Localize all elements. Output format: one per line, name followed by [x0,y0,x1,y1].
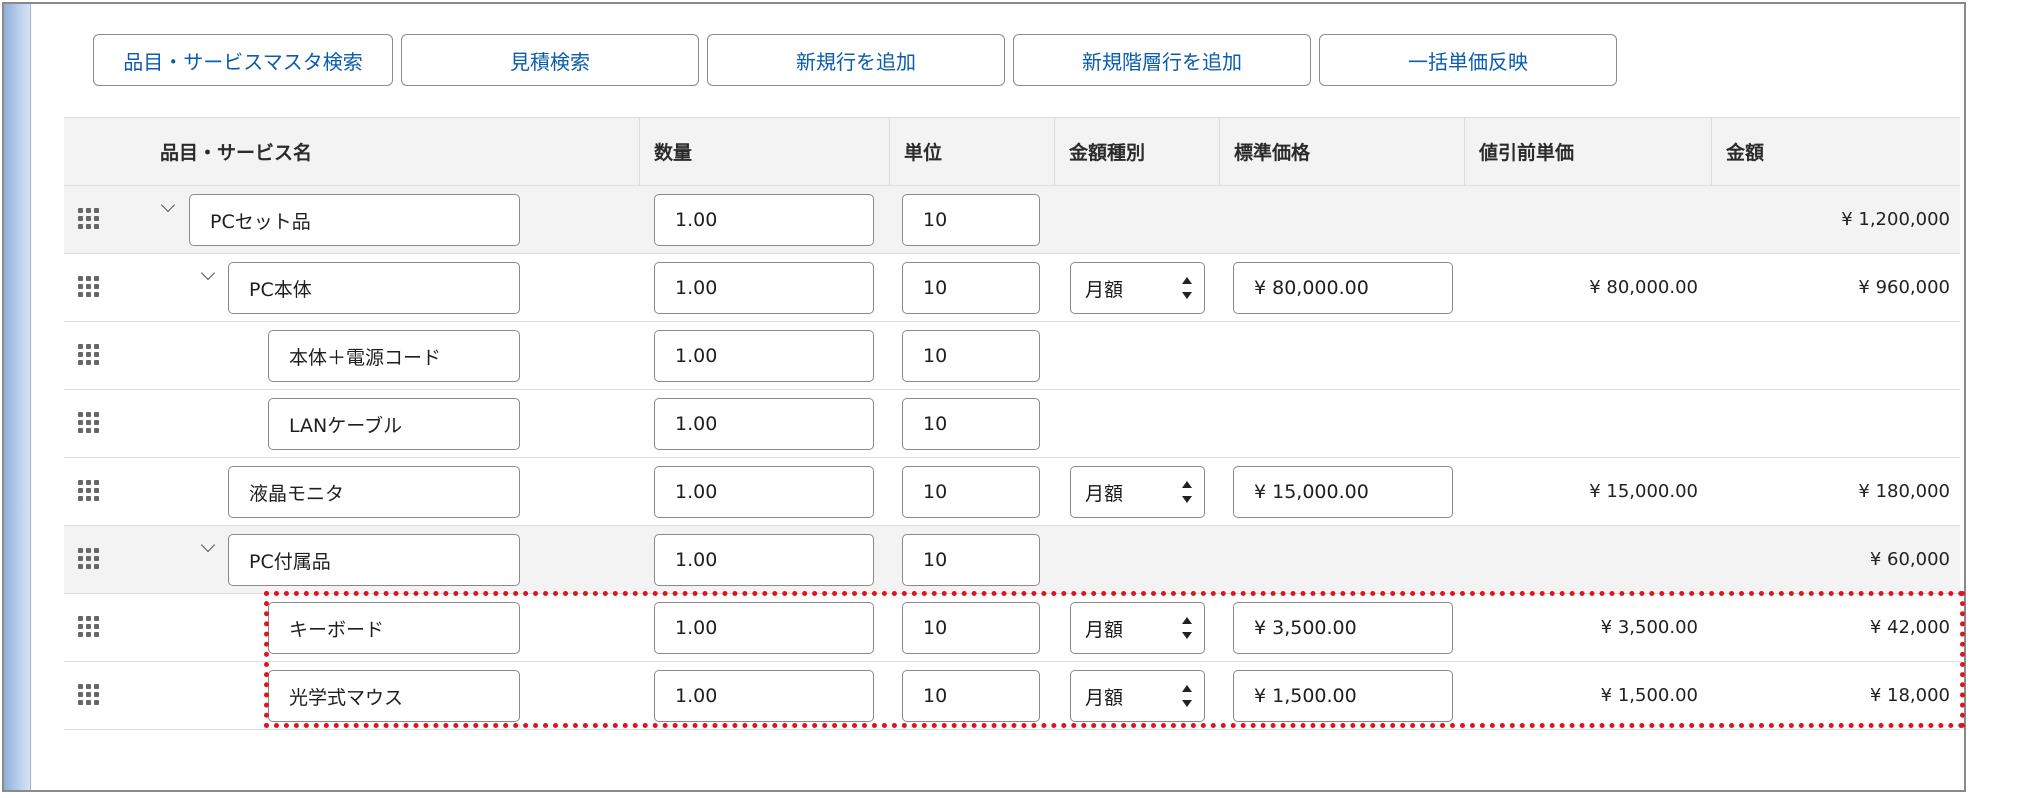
quantity-input[interactable]: 1.00 [654,602,874,654]
left-side-strip [4,4,31,790]
col-header-unit[interactable]: 単位 [889,118,1054,185]
amount-type-value: 月額 [1085,482,1124,505]
drag-handle-icon[interactable] [78,616,102,640]
amount-type-select[interactable]: 月額 [1070,602,1205,654]
table-row: PCセット品 1.00 10 ¥ 1,200,000 [64,186,1960,254]
col-header-amount[interactable]: 金額 [1711,118,1960,185]
unit-input[interactable]: 10 [902,466,1040,518]
drag-handle-icon[interactable] [78,684,102,708]
unit-input[interactable]: 10 [902,534,1040,586]
table-row: LANケーブル 1.00 10 [64,390,1960,458]
quantity-input[interactable]: 1.00 [654,262,874,314]
amount-type-value: 月額 [1085,278,1124,301]
standard-price-input[interactable]: ¥ 80,000.00 [1233,262,1453,314]
amount-value: ¥ 60,000 [1869,549,1950,570]
quantity-input[interactable]: 1.00 [654,194,874,246]
pre-discount-price-value: ¥ 1,500.00 [1600,685,1698,706]
quantity-input[interactable]: 1.00 [654,398,874,450]
table-header: 品目・サービス名 数量 単位 金額種別 標準価格 値引前単価 金額 [64,117,1960,186]
col-header-pre-discount-price[interactable]: 値引前単価 [1464,118,1711,185]
amount-value: ¥ 960,000 [1858,277,1950,298]
up-down-arrows-icon [1182,685,1192,707]
item-name-input[interactable]: PC付属品 [228,534,520,586]
chevron-down-icon[interactable] [161,200,175,214]
table-row: 液晶モニタ 1.00 10 月額 ¥ 15,000.00 ¥ 15,000.00… [64,458,1960,526]
table-row: 本体＋電源コード 1.00 10 [64,322,1960,390]
table-row: 光学式マウス 1.00 10 月額 ¥ 1,500.00 ¥ 1,500.00 … [64,662,1960,730]
chevron-down-icon[interactable] [201,268,215,282]
item-name-input[interactable]: PCセット品 [189,194,520,246]
unit-input[interactable]: 10 [902,398,1040,450]
drag-handle-icon[interactable] [78,480,102,504]
amount-value: ¥ 42,000 [1869,617,1950,638]
item-name-input[interactable]: キーボード [268,602,520,654]
drag-handle-icon[interactable] [78,276,102,300]
unit-input[interactable]: 10 [902,262,1040,314]
col-header-standard-price[interactable]: 標準価格 [1219,118,1464,185]
col-header-amount-type[interactable]: 金額種別 [1054,118,1219,185]
amount-value: ¥ 180,000 [1858,481,1950,502]
up-down-arrows-icon [1182,617,1192,639]
standard-price-input[interactable]: ¥ 15,000.00 [1233,466,1453,518]
quantity-input[interactable]: 1.00 [654,466,874,518]
pre-discount-price-value: ¥ 80,000.00 [1589,277,1698,298]
up-down-arrows-icon [1182,277,1192,299]
table-row: PC付属品 1.00 10 ¥ 60,000 [64,526,1960,594]
standard-price-input[interactable]: ¥ 1,500.00 [1233,670,1453,722]
unit-input[interactable]: 10 [902,670,1040,722]
standard-price-input[interactable]: ¥ 3,500.00 [1233,602,1453,654]
pre-discount-price-value: ¥ 15,000.00 [1589,481,1698,502]
item-name-input[interactable]: 光学式マウス [268,670,520,722]
item-name-input[interactable]: PC本体 [228,262,520,314]
drag-handle-icon[interactable] [78,208,102,232]
item-name-input[interactable]: LANケーブル [268,398,520,450]
item-name-input[interactable]: 本体＋電源コード [268,330,520,382]
amount-type-select[interactable]: 月額 [1070,670,1205,722]
unit-input[interactable]: 10 [902,194,1040,246]
pre-discount-price-value: ¥ 3,500.00 [1600,617,1698,638]
unit-input[interactable]: 10 [902,602,1040,654]
col-header-item-name[interactable]: 品目・サービス名 [160,118,312,185]
item-master-search-button[interactable]: 品目・サービスマスタ検索 [93,34,393,86]
drag-handle-icon[interactable] [78,548,102,572]
add-row-button[interactable]: 新規行を追加 [707,34,1005,86]
amount-value: ¥ 1,200,000 [1841,209,1950,230]
quantity-input[interactable]: 1.00 [654,330,874,382]
amount-type-select[interactable]: 月額 [1070,262,1205,314]
up-down-arrows-icon [1182,481,1192,503]
drag-handle-icon[interactable] [78,344,102,368]
col-header-quantity[interactable]: 数量 [639,118,889,185]
line-items-table: 品目・サービス名 数量 単位 金額種別 標準価格 値引前単価 金額 PCセット品… [64,117,1960,730]
chevron-down-icon[interactable] [201,540,215,554]
amount-type-value: 月額 [1085,686,1124,709]
amount-type-select[interactable]: 月額 [1070,466,1205,518]
table-row: キーボード 1.00 10 月額 ¥ 3,500.00 ¥ 3,500.00 ¥… [64,594,1960,662]
bulk-price-apply-button[interactable]: 一括単価反映 [1319,34,1617,86]
toolbar: 品目・サービスマスタ検索 見積検索 新規行を追加 新規階層行を追加 一括単価反映 [93,34,1617,86]
drag-handle-icon[interactable] [78,412,102,436]
amount-type-value: 月額 [1085,618,1124,641]
amount-value: ¥ 18,000 [1869,685,1950,706]
table-row: PC本体 1.00 10 月額 ¥ 80,000.00 ¥ 80,000.00 … [64,254,1960,322]
quantity-input[interactable]: 1.00 [654,670,874,722]
add-hierarchy-row-button[interactable]: 新規階層行を追加 [1013,34,1311,86]
item-name-input[interactable]: 液晶モニタ [228,466,520,518]
unit-input[interactable]: 10 [902,330,1040,382]
quote-search-button[interactable]: 見積検索 [401,34,699,86]
quantity-input[interactable]: 1.00 [654,534,874,586]
